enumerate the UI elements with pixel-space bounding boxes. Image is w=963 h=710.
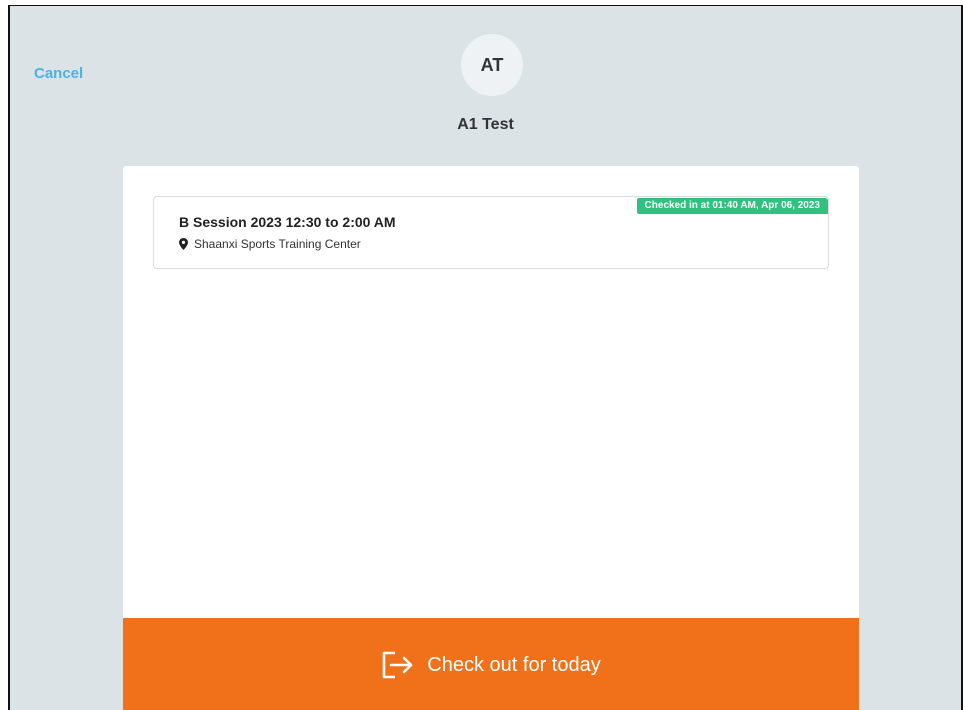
status-badge: Checked in at 01:40 AM, Apr 06, 2023: [636, 198, 828, 214]
user-name: A1 Test: [457, 116, 514, 133]
check-out-button[interactable]: Check out for today: [123, 618, 859, 710]
cancel-button[interactable]: Cancel: [34, 65, 83, 82]
session-card[interactable]: Checked in at 01:40 AM, Apr 06, 2023 B S…: [153, 196, 829, 269]
session-panel: Checked in at 01:40 AM, Apr 06, 2023 B S…: [123, 166, 859, 710]
avatar-initials: AT: [480, 54, 504, 75]
location-label: Shaanxi Sports Training Center: [194, 237, 361, 251]
app-window: Cancel AT A1 Test Checked in at 01:40 AM…: [8, 5, 963, 710]
exit-icon: [382, 651, 413, 679]
session-location: Shaanxi Sports Training Center: [179, 237, 361, 251]
avatar: AT: [461, 34, 523, 96]
check-out-label: Check out for today: [427, 653, 601, 676]
session-title: B Session 2023 12:30 to 2:00 AM: [179, 214, 396, 230]
location-pin-icon: [179, 238, 188, 250]
